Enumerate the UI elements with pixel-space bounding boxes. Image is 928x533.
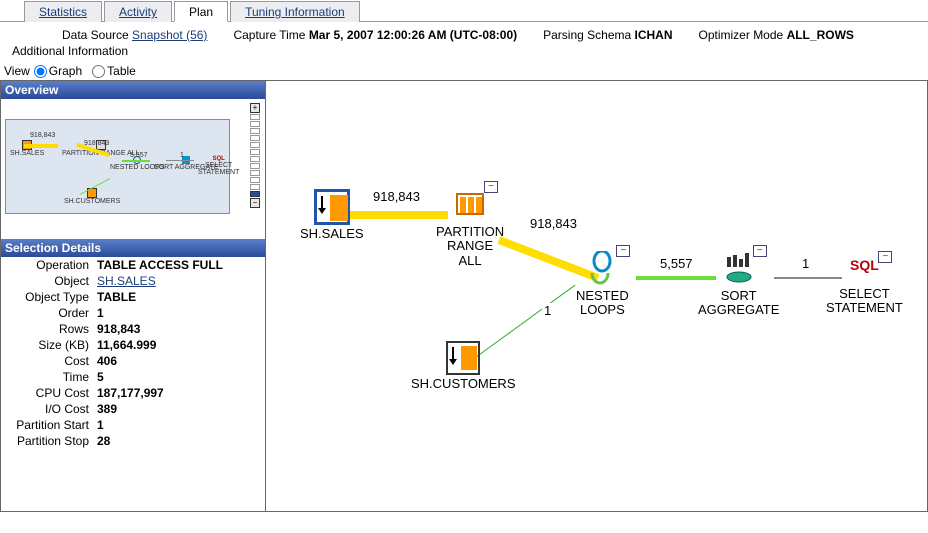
overview-header: Overview [1,81,265,99]
detail-value: 918,843 [97,322,140,336]
tab-bar: Statistics Activity Plan Tuning Informat… [0,0,928,22]
tab-activity[interactable]: Activity [104,1,172,22]
collapse-icon[interactable]: − [616,245,630,257]
detail-value: 28 [97,434,110,448]
detail-row: Time5 [1,369,265,385]
detail-value: 1 [97,306,104,320]
zoom-thumb[interactable] [250,191,260,197]
detail-value: 11,664.999 [97,338,156,352]
detail-value: SH.SALES [97,274,156,288]
zoom-in-button[interactable]: + [250,103,260,113]
detail-label: Order [5,306,97,320]
partition-icon: − [452,187,488,223]
view-table-radio[interactable] [92,65,105,78]
parsing-schema-label: Parsing Schema [543,28,631,42]
detail-row: Rows918,843 [1,321,265,337]
tab-plan[interactable]: Plan [174,1,228,22]
zoom-out-button[interactable]: − [250,198,260,208]
edge-label-sales-partition: 918,843 [371,189,422,204]
detail-label: Operation [5,258,97,272]
capture-time-label: Capture Time [233,28,305,42]
table-icon [446,341,480,375]
detail-row: Object TypeTABLE [1,289,265,305]
collapse-icon[interactable]: − [484,181,498,193]
detail-value: TABLE [97,290,136,304]
plan-diagram[interactable]: 918,843 918,843 1 5,557 1 SH.SALES [266,81,927,511]
selection-header: Selection Details [1,239,265,257]
detail-row: Size (KB)11,664.999 [1,337,265,353]
tab-tuning[interactable]: Tuning Information [230,1,360,22]
capture-time-value: Mar 5, 2007 12:00:26 AM (UTC-08:00) [309,28,517,42]
sql-icon: SQL − [846,257,882,285]
node-select-statement[interactable]: SQL − SELECT STATEMENT [826,257,903,316]
view-graph-radio[interactable] [34,65,47,78]
minimap[interactable]: SH.SALES 918,843 PARTITION RANGE ALL 918… [5,119,230,214]
detail-label: Partition Start [5,418,97,432]
detail-row: Partition Start1 [1,417,265,433]
node-sort-aggregate[interactable]: − SORT AGGREGATE [698,251,779,318]
detail-row: OperationTABLE ACCESS FULL [1,257,265,273]
detail-value: 187,177,997 [97,386,164,400]
optimizer-mode-label: Optimizer Mode [699,28,784,42]
detail-label: Object Type [5,290,97,304]
node-nested-loops[interactable]: − NESTED LOOPS [576,251,629,318]
detail-value: TABLE ACCESS FULL [97,258,223,272]
edge-label-nested-sort: 5,557 [658,256,695,271]
edge-label-sort-select: 1 [800,256,811,271]
view-label: View [4,64,30,78]
zoom-slider[interactable]: + − [249,103,261,208]
table-icon [314,189,350,225]
node-partition-range-all[interactable]: − PARTITION RANGE ALL [436,187,504,268]
data-source-label: Data Source [62,28,129,42]
detail-label: Partition Stop [5,434,97,448]
detail-value: 1 [97,418,104,432]
edge-label-customers-nested: 1 [542,303,553,318]
detail-label: Object [5,274,97,288]
detail-value: 5 [97,370,104,384]
detail-row: CPU Cost187,177,997 [1,385,265,401]
detail-row: ObjectSH.SALES [1,273,265,289]
detail-label: Size (KB) [5,338,97,352]
detail-label: Rows [5,322,97,336]
detail-label: Time [5,370,97,384]
collapse-icon[interactable]: − [878,251,892,263]
selection-details: OperationTABLE ACCESS FULLObjectSH.SALES… [1,257,265,449]
detail-label: I/O Cost [5,402,97,416]
detail-row: Partition Stop28 [1,433,265,449]
view-table-label: Table [107,64,136,78]
tab-statistics[interactable]: Statistics [24,1,102,22]
collapse-icon[interactable]: − [753,245,767,257]
view-graph-label: Graph [49,64,82,78]
detail-row: Order1 [1,305,265,321]
overview-panel: SH.SALES 918,843 PARTITION RANGE ALL 918… [1,99,265,239]
detail-value: 406 [97,354,117,368]
detail-label: Cost [5,354,97,368]
detail-label: CPU Cost [5,386,97,400]
edge-label-partition-nested: 918,843 [528,216,579,231]
detail-value-link[interactable]: SH.SALES [97,274,156,288]
info-bar: Data Source Snapshot (56) Capture Time M… [0,22,928,44]
view-selector: View Graph Table [0,62,928,80]
data-source-link[interactable]: Snapshot (56) [132,28,207,42]
node-sh-sales[interactable]: SH.SALES [300,189,364,241]
optimizer-mode-value: ALL_ROWS [787,28,854,42]
detail-row: I/O Cost389 [1,401,265,417]
nested-loops-icon: − [584,251,620,287]
parsing-schema-value: ICHAN [635,28,673,42]
detail-row: Cost406 [1,353,265,369]
sort-icon: − [721,251,757,287]
detail-value: 389 [97,402,117,416]
node-sh-customers[interactable]: SH.CUSTOMERS [411,341,516,391]
additional-info-label: Additional Information [12,44,128,58]
